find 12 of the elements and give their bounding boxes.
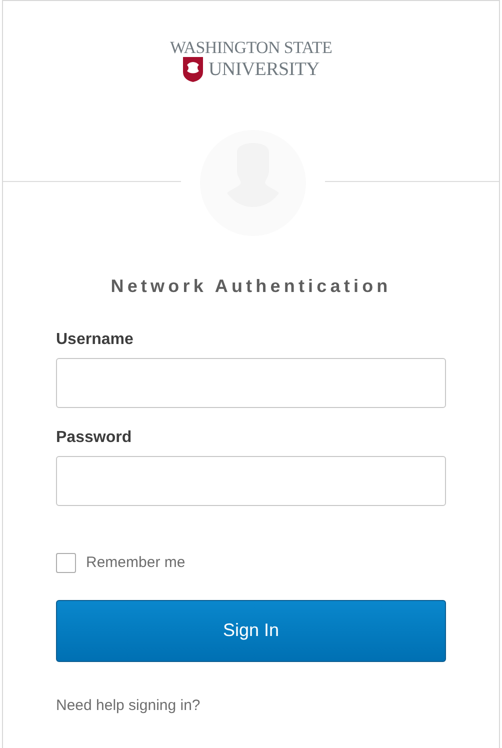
logo-wordmark-secondary: UNIVERSITY — [208, 60, 320, 80]
page-title: Network Authentication — [110, 275, 392, 298]
field-label: Username — [56, 330, 134, 350]
help-link[interactable]: Need help signing in? — [56, 694, 446, 717]
logo-wordmark: WASHINGTON STATE — [170, 39, 332, 57]
field-label: Password — [56, 428, 133, 448]
sign-in-button[interactable]: Sign In — [56, 600, 446, 662]
input-field[interactable] — [56, 358, 446, 408]
input-field[interactable] — [56, 456, 446, 506]
checkbox-label: Remember me — [86, 553, 186, 573]
shield-logo-icon — [182, 56, 204, 83]
remember-checkbox[interactable] — [56, 553, 76, 574]
